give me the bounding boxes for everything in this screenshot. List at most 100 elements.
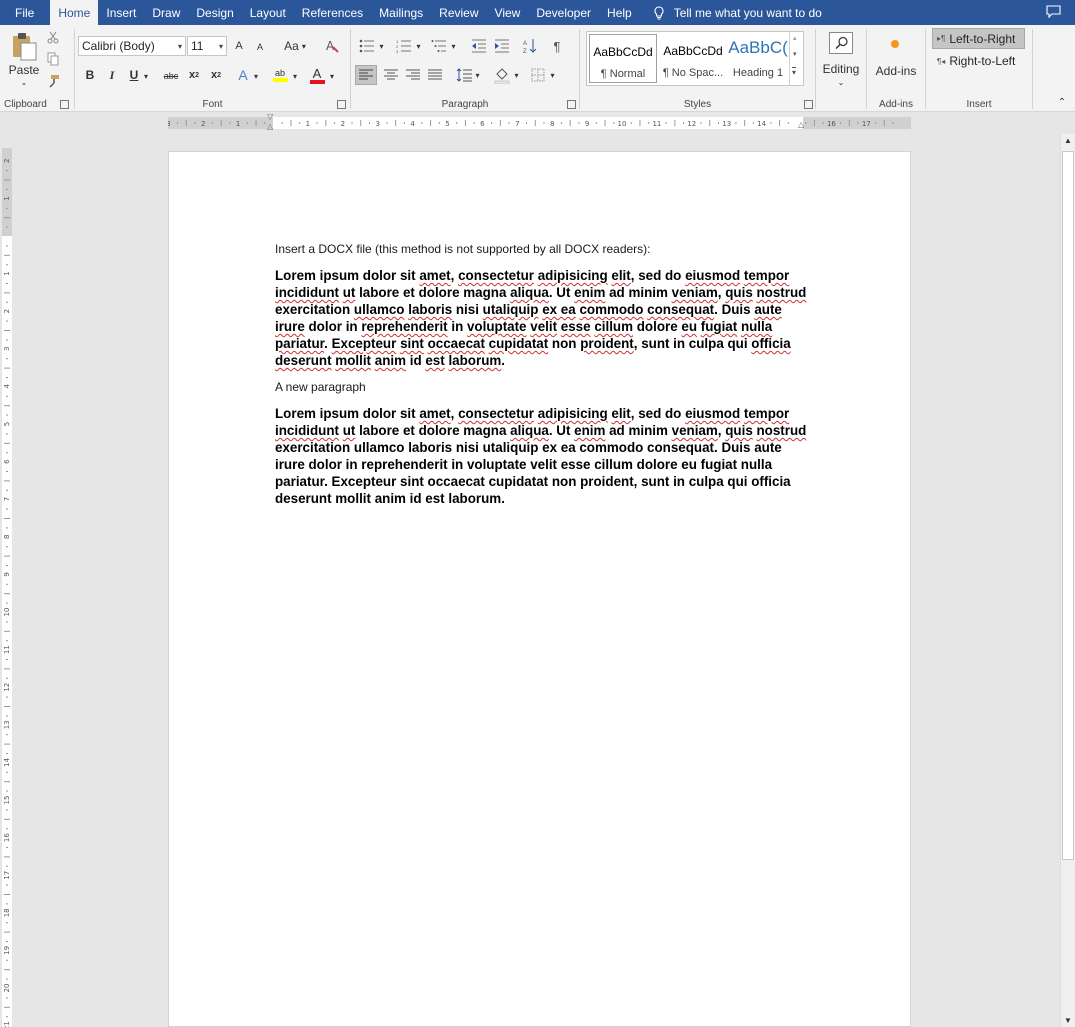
highlight-dropdown-icon[interactable]: ▾ <box>290 69 300 83</box>
editing-button[interactable] <box>829 32 853 54</box>
document-page[interactable]: Insert a DOCX file (this method is not s… <box>168 151 911 1027</box>
left-indent-marker[interactable]: △ <box>267 123 273 131</box>
superscript-button[interactable]: x2 <box>208 67 224 83</box>
font-launcher-icon[interactable] <box>337 100 346 109</box>
right-indent-marker[interactable]: △ <box>798 121 804 129</box>
vertical-scrollbar[interactable]: ▲ ▼ <box>1060 134 1075 1027</box>
lorem-paragraph-2[interactable]: Lorem ipsum dolor sit amet, consectetur … <box>275 405 815 507</box>
justify-icon[interactable] <box>428 69 442 81</box>
underline-button[interactable]: U <box>127 67 141 83</box>
line-spacing-dropdown-icon[interactable]: ▾ <box>473 69 482 81</box>
paragraph-launcher-icon[interactable] <box>567 100 576 109</box>
font-family-select[interactable]: Calibri (Body) ▾ <box>78 36 186 56</box>
ruler-tick <box>281 122 283 124</box>
tab-insert[interactable]: Insert <box>98 0 144 25</box>
bullets-icon[interactable] <box>359 39 375 53</box>
shrink-font-button[interactable]: A <box>253 39 267 55</box>
highlight-button[interactable]: ab <box>272 65 288 85</box>
shading-dropdown-icon[interactable]: ▾ <box>512 69 521 81</box>
tab-home[interactable]: Home <box>50 0 99 25</box>
text-run: non <box>548 336 581 351</box>
underline-dropdown-icon[interactable]: ▾ <box>141 69 151 83</box>
align-right-icon[interactable] <box>406 69 420 81</box>
borders-icon[interactable] <box>531 68 545 82</box>
horizontal-ruler-strip[interactable]: 3 2 1 1 2 3 4 5 6 7 8 9 10 11 12 13 14 16 17 ▽ △ △ <box>168 113 911 131</box>
paste-dropdown-icon[interactable]: ⌄ <box>18 77 30 87</box>
tab-view[interactable]: View <box>487 0 529 25</box>
tab-references[interactable]: References <box>294 0 371 25</box>
line-spacing-icon[interactable] <box>456 68 472 82</box>
addins-icon[interactable] <box>891 40 899 48</box>
first-line-indent-marker[interactable]: ▽ <box>267 113 273 121</box>
tab-layout[interactable]: Layout <box>242 0 294 25</box>
collapse-ribbon-icon[interactable]: ⌃ <box>1055 95 1069 109</box>
ruler-tick <box>709 120 711 126</box>
vertical-ruler: 2112345678910111213141516171819202122 <box>0 134 14 1027</box>
intro-paragraph[interactable]: Insert a DOCX file (this method is not s… <box>275 241 815 257</box>
scroll-up-icon[interactable]: ▲ <box>1064 136 1072 145</box>
font-size-select[interactable]: 11 ▾ <box>187 36 227 56</box>
font-color-button[interactable]: A <box>309 65 325 85</box>
copy-icon[interactable] <box>46 52 60 66</box>
scroll-down-icon[interactable]: ▼ <box>1064 1016 1072 1025</box>
italic-button[interactable]: I <box>105 67 119 83</box>
strikethrough-button[interactable]: abc <box>160 68 182 84</box>
tab-file[interactable]: File <box>0 0 50 25</box>
text-effects-dropdown-icon[interactable]: ▾ <box>251 69 261 83</box>
tab-design[interactable]: Design <box>188 0 241 25</box>
tab-draw[interactable]: Draw <box>144 0 188 25</box>
numbering-dropdown-icon[interactable]: ▾ <box>414 40 423 52</box>
show-formatting-icon[interactable]: ¶ <box>551 38 563 54</box>
text-effects-button[interactable]: A <box>235 66 251 84</box>
ruler-tick <box>6 922 8 924</box>
editing-label[interactable]: Editing <box>816 62 866 76</box>
vertical-ruler-strip[interactable]: 2112345678910111213141516171819202122 <box>2 148 12 1027</box>
decrease-indent-icon[interactable] <box>471 39 487 53</box>
tell-me-box[interactable]: Tell me what you want to do <box>652 0 822 25</box>
lorem-paragraph-1[interactable]: Lorem ipsum dolor sit amet, consectetur … <box>275 267 815 369</box>
clipboard-launcher-icon[interactable] <box>60 100 69 109</box>
align-center-icon[interactable] <box>384 69 398 81</box>
increase-indent-icon[interactable] <box>494 39 510 53</box>
right-to-left-button[interactable]: ¶◂ Right-to-Left <box>932 51 1025 71</box>
format-painter-icon[interactable] <box>46 74 60 88</box>
misspelled-word: incididunt <box>275 285 339 300</box>
paste-button[interactable]: Paste <box>8 63 40 77</box>
tab-developer[interactable]: Developer <box>528 0 599 25</box>
scroll-thumb[interactable] <box>1062 151 1074 860</box>
addins-button[interactable]: Add-ins <box>867 64 925 78</box>
align-left-button[interactable] <box>355 65 377 85</box>
editing-group: Editing ⌄ <box>816 25 866 112</box>
left-to-right-button[interactable]: ▸¶ Left-to-Right <box>932 28 1025 49</box>
subscript-button[interactable]: x2 <box>186 67 202 83</box>
tab-mailings[interactable]: Mailings <box>371 0 431 25</box>
change-case-button[interactable]: Aa ▾ <box>280 37 310 55</box>
ruler-tick <box>464 120 466 126</box>
lightbulb-icon <box>654 5 664 20</box>
cut-icon[interactable] <box>46 30 60 44</box>
font-color-dropdown-icon[interactable]: ▾ <box>327 69 337 83</box>
bullets-dropdown-icon[interactable]: ▾ <box>377 40 386 52</box>
tab-help[interactable]: Help <box>599 0 640 25</box>
ruler-tick <box>6 865 8 867</box>
paste-icon[interactable] <box>10 31 38 61</box>
ruler-tick <box>211 122 213 124</box>
ruler-tick <box>4 442 10 444</box>
multilevel-dropdown-icon[interactable]: ▾ <box>449 40 458 52</box>
shading-icon[interactable] <box>494 66 510 84</box>
editing-dropdown-icon[interactable]: ⌄ <box>835 77 847 87</box>
ruler-tick <box>569 120 571 126</box>
grow-font-button[interactable]: A <box>232 37 246 55</box>
tab-review[interactable]: Review <box>431 0 486 25</box>
document-body[interactable]: Insert a DOCX file (this method is not s… <box>275 241 815 517</box>
sort-icon[interactable]: AZ <box>523 38 537 54</box>
bold-button[interactable]: B <box>83 67 97 83</box>
numbering-icon[interactable]: 123 <box>396 39 412 53</box>
clear-formatting-icon[interactable]: A <box>324 38 340 54</box>
comments-icon[interactable] <box>1046 5 1061 18</box>
new-paragraph[interactable]: A new paragraph <box>275 379 815 395</box>
text-run: labore et dolore magna <box>355 423 511 438</box>
styles-launcher-icon[interactable] <box>804 100 813 109</box>
multilevel-list-icon[interactable] <box>431 39 447 53</box>
borders-dropdown-icon[interactable]: ▾ <box>548 69 557 81</box>
